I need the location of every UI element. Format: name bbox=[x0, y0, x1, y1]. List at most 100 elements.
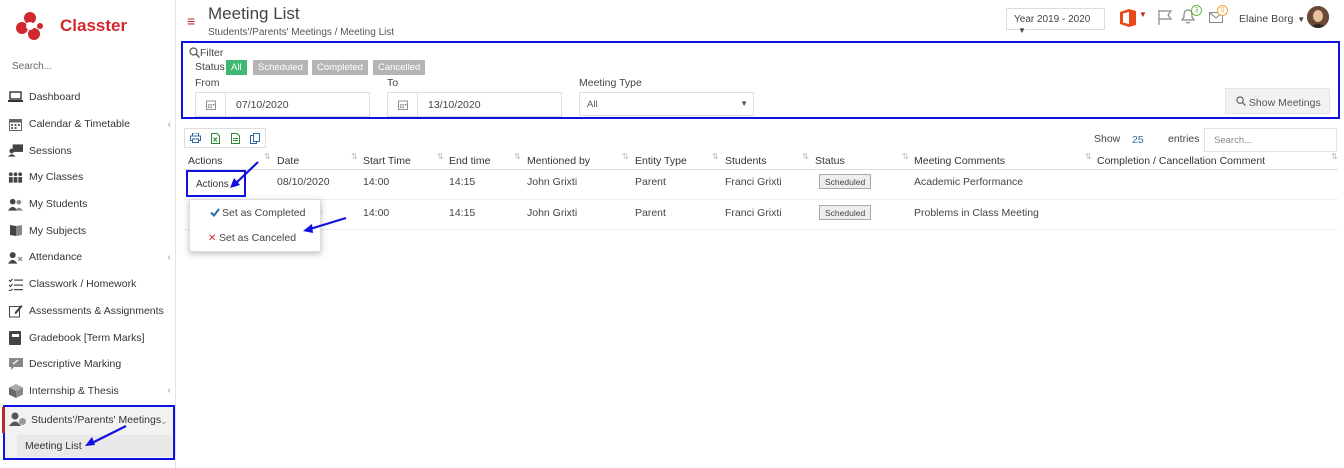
sidebar-item-internship[interactable]: Internship & Thesis ‹ bbox=[0, 378, 176, 405]
from-date-value: 07/10/2020 bbox=[236, 99, 289, 111]
sort-icon[interactable]: ⇅ bbox=[802, 152, 809, 161]
show-meetings-button[interactable]: Show Meetings bbox=[1225, 88, 1330, 114]
status-badge: Scheduled bbox=[819, 174, 872, 189]
sidebar-item-label: Classwork / Homework bbox=[29, 278, 137, 291]
csv-icon[interactable] bbox=[225, 132, 245, 144]
sidebar-nav: Dashboard Calendar & Timetable ‹ Session… bbox=[0, 84, 176, 404]
sidebar-item-descriptive-marking[interactable]: Descriptive Marking bbox=[0, 351, 176, 378]
app-name: Classter bbox=[60, 16, 128, 35]
column-header-entity-type[interactable]: Entity Type bbox=[635, 155, 687, 167]
calendar-icon[interactable] bbox=[388, 93, 418, 116]
actions-label: Actions bbox=[196, 179, 229, 190]
sort-icon[interactable]: ⇅ bbox=[437, 152, 444, 161]
sidebar-search-input[interactable]: Search... bbox=[12, 61, 52, 72]
classes-icon bbox=[8, 170, 23, 184]
top-header: ≡ Meeting List Students'/Parents' Meetin… bbox=[176, 0, 1344, 40]
column-header-date[interactable]: Date bbox=[277, 155, 299, 167]
sort-icon[interactable]: ⇅ bbox=[514, 152, 521, 161]
sidebar-item-my-classes[interactable]: My Classes bbox=[0, 164, 176, 191]
status-filter-completed[interactable]: Completed bbox=[312, 60, 368, 75]
to-date-value: 13/10/2020 bbox=[428, 99, 481, 111]
sidebar-item-label: Descriptive Marking bbox=[29, 358, 122, 371]
meeting-type-label: Meeting Type bbox=[579, 77, 642, 89]
column-header-completion-comment[interactable]: Completion / Cancellation Comment bbox=[1097, 155, 1265, 167]
column-header-end-time[interactable]: End time bbox=[449, 155, 490, 167]
to-label: To bbox=[387, 77, 399, 89]
status-filter-all[interactable]: All bbox=[226, 60, 247, 75]
sidebar-item-label: Sessions bbox=[29, 144, 72, 157]
status-badge: Scheduled bbox=[819, 205, 872, 220]
sidebar-item-attendance[interactable]: Attendance ‹ bbox=[0, 244, 176, 271]
sort-icon[interactable]: ⇅ bbox=[351, 152, 358, 161]
table-search-input[interactable]: Search... bbox=[1204, 128, 1337, 152]
column-header-mentioned-by[interactable]: Mentioned by bbox=[527, 155, 590, 167]
sort-icon[interactable]: ⇅ bbox=[712, 152, 719, 161]
sort-icon[interactable]: ⇅ bbox=[1085, 152, 1092, 161]
sidebar-item-gradebook[interactable]: Gradebook [Term Marks] bbox=[0, 324, 176, 351]
set-as-canceled-option[interactable]: Set as Canceled bbox=[219, 232, 296, 244]
status-filter-cancelled[interactable]: Cancelled bbox=[373, 60, 426, 75]
to-date-field[interactable]: 13/10/2020 bbox=[387, 92, 562, 117]
table-header-divider bbox=[184, 169, 1338, 170]
filter-panel: Filter Status All Scheduled Completed Ca… bbox=[181, 41, 1340, 119]
from-label: From bbox=[195, 77, 220, 89]
caret-down-icon: ▼ bbox=[231, 182, 239, 189]
flag-icon[interactable] bbox=[1158, 10, 1173, 28]
sidebar-item-meeting-list[interactable]: Meeting List bbox=[17, 435, 172, 457]
sort-icon[interactable]: ⇅ bbox=[902, 152, 909, 161]
set-as-completed-option[interactable]: Set as Completed bbox=[222, 207, 305, 219]
export-toolbar bbox=[184, 128, 266, 148]
edit-icon bbox=[8, 304, 23, 318]
entries-select[interactable]: 25 bbox=[1132, 134, 1144, 146]
sort-icon[interactable]: ⇅ bbox=[264, 152, 271, 161]
column-header-meeting-comments[interactable]: Meeting Comments bbox=[914, 155, 1005, 167]
sort-icon[interactable]: ⇅ bbox=[622, 152, 629, 161]
actions-dropdown-button[interactable]: Actions ▼ bbox=[186, 170, 246, 197]
sidebar-item-dashboard[interactable]: Dashboard bbox=[0, 84, 176, 111]
row-divider bbox=[184, 199, 1338, 200]
sidebar-group-label: Students'/Parents' Meetings bbox=[31, 414, 162, 426]
sidebar-item-label: My Students bbox=[29, 198, 88, 211]
sort-icon[interactable]: ⇅ bbox=[1331, 152, 1338, 161]
chevron-left-icon: ‹ bbox=[167, 118, 171, 130]
box-icon bbox=[8, 383, 23, 398]
column-header-status[interactable]: Status bbox=[815, 155, 845, 167]
user-menu[interactable]: Elaine Borg ▼ bbox=[1239, 13, 1305, 25]
status-filter-scheduled[interactable]: Scheduled bbox=[253, 60, 308, 75]
sidebar-item-label: My Classes bbox=[29, 171, 84, 184]
calendar-icon[interactable] bbox=[196, 93, 226, 116]
column-header-start-time[interactable]: Start Time bbox=[363, 155, 411, 167]
sidebar-item-classwork[interactable]: Classwork / Homework bbox=[0, 271, 176, 298]
sessions-icon bbox=[8, 144, 23, 158]
menu-toggle-icon[interactable]: ≡ bbox=[187, 13, 195, 29]
cell-end-time: 14:15 bbox=[449, 207, 476, 219]
from-date-field[interactable]: 07/10/2020 bbox=[195, 92, 370, 117]
caret-down-icon[interactable]: ▼ bbox=[1139, 10, 1147, 19]
sidebar-item-my-subjects[interactable]: My Subjects bbox=[0, 217, 176, 244]
row-divider bbox=[184, 229, 1338, 230]
filter-title: Filter bbox=[200, 47, 224, 59]
checklist-icon bbox=[8, 277, 23, 291]
excel-icon[interactable] bbox=[205, 132, 225, 144]
sidebar-item-sessions[interactable]: Sessions bbox=[0, 137, 176, 164]
meeting-type-select[interactable]: All ▼ bbox=[579, 92, 754, 116]
sidebar-item-assessments[interactable]: Assessments & Assignments bbox=[0, 298, 176, 325]
logo[interactable]: Classter bbox=[14, 10, 127, 42]
messages-badge: 0 bbox=[1217, 5, 1228, 16]
sidebar-item-my-students[interactable]: My Students bbox=[0, 191, 176, 218]
caret-down-icon: ▼ bbox=[1018, 26, 1026, 35]
copy-icon[interactable] bbox=[245, 132, 265, 144]
year-select[interactable]: Year 2019 - 2020 ▼ bbox=[1006, 8, 1105, 35]
cell-meeting-comments: Academic Performance bbox=[914, 176, 1024, 188]
office-apps-icon[interactable] bbox=[1120, 9, 1136, 30]
user-name: Elaine Borg bbox=[1239, 13, 1294, 25]
sidebar-item-calendar[interactable]: Calendar & Timetable ‹ bbox=[0, 111, 176, 138]
avatar[interactable] bbox=[1307, 6, 1329, 28]
active-indicator bbox=[2, 407, 5, 433]
column-header-students[interactable]: Students bbox=[725, 155, 766, 167]
chevron-left-icon: ‹ bbox=[167, 251, 171, 263]
breadcrumb[interactable]: Students'/Parents' Meetings / Meeting Li… bbox=[208, 27, 394, 38]
sidebar-group-meetings[interactable]: Students'/Parents' Meetings ⌄ Meeting Li… bbox=[2, 405, 175, 460]
column-header-actions: Actions bbox=[188, 155, 223, 167]
print-icon[interactable] bbox=[185, 133, 205, 143]
